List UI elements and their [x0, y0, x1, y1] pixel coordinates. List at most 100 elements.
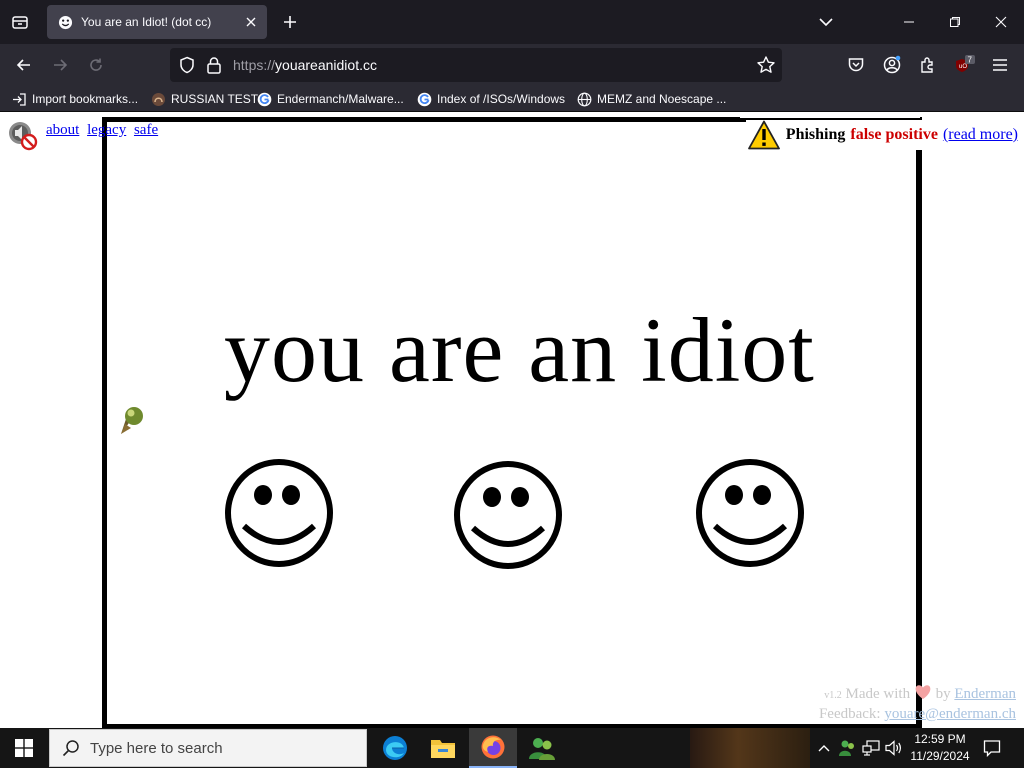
plus-icon: [284, 16, 296, 28]
google-icon: [417, 92, 432, 106]
lock-icon[interactable]: [206, 56, 222, 74]
arrow-right-icon: [54, 59, 68, 71]
heart-icon: [915, 685, 931, 699]
extension-badge: 7: [968, 56, 973, 65]
headline: you are an idiot: [224, 299, 815, 401]
hamburger-menu-icon: [993, 59, 1007, 71]
clock-time: 12:59 PM: [914, 732, 966, 746]
puzzle-icon: [921, 57, 933, 73]
animated-cursor-icon: [121, 407, 143, 434]
bookmark-endermanch-malware[interactable]: Endermanch/Malware...: [257, 89, 404, 109]
chevron-up-icon: [818, 745, 830, 752]
new-tab-button[interactable]: [277, 9, 303, 35]
top-left-nav: about legacy safe: [6, 120, 162, 152]
folder-icon: [431, 740, 455, 758]
author-link[interactable]: Enderman: [954, 686, 1016, 702]
chevron-down-icon: [819, 18, 833, 27]
warning-false-positive-text: false positive: [850, 126, 938, 143]
footer-credit: v1.2 Made with by Enderman Feedback: you…: [818, 685, 1016, 722]
import-icon: [13, 92, 26, 106]
notification-icon: [983, 740, 1001, 757]
forward-button[interactable]: [46, 51, 74, 79]
bookmark-russian-test[interactable]: RUSSIAN TEST: [151, 89, 258, 109]
smiley-face-icon: [454, 461, 562, 569]
site-icon: [152, 92, 165, 106]
back-button[interactable]: [10, 51, 38, 79]
navigation-toolbar: https://youareanidiot.cc uO 7: [0, 44, 1024, 86]
extensions-button[interactable]: [914, 51, 942, 79]
smiley-face-icon: [225, 459, 333, 567]
smiley-face-icon: [696, 459, 804, 567]
version-label: v1.2: [824, 690, 842, 701]
read-more-link[interactable]: (read more): [943, 126, 1018, 144]
url-bar[interactable]: https://youareanidiot.cc: [170, 48, 782, 82]
star-icon[interactable]: [756, 55, 776, 75]
taskbar-firefox[interactable]: [469, 728, 517, 768]
taskbar-search-box[interactable]: Type here to search: [49, 729, 367, 767]
taskbar-clock[interactable]: 12:59 PM 11/29/2024: [906, 731, 974, 765]
ublock-icon: uO7: [956, 55, 975, 72]
tab-list-button[interactable]: [6, 8, 34, 36]
menu-button[interactable]: [986, 51, 1014, 79]
search-icon: [62, 740, 79, 757]
close-window-button[interactable]: [978, 0, 1024, 44]
minimize-button[interactable]: [886, 0, 932, 44]
shield-icon[interactable]: [178, 56, 196, 74]
firefox-icon: [481, 735, 505, 759]
start-button[interactable]: [0, 728, 48, 768]
edge-icon: [383, 736, 407, 760]
people-icon: [529, 738, 555, 760]
show-hidden-icons-button[interactable]: [814, 738, 834, 758]
legacy-link[interactable]: legacy: [87, 122, 126, 138]
warning-icon: [747, 120, 780, 150]
phishing-notice: Phishing false positive (read more): [745, 120, 1018, 150]
account-icon: [883, 55, 901, 74]
list-all-tabs-button[interactable]: [812, 9, 840, 35]
google-icon: [257, 92, 272, 106]
pocket-button[interactable]: [842, 51, 870, 79]
close-icon: [246, 17, 256, 27]
safe-link[interactable]: safe: [134, 122, 158, 138]
warning-phishing-text: Phishing: [785, 126, 846, 143]
account-button[interactable]: [878, 51, 906, 79]
notification-center-button[interactable]: [980, 736, 1004, 760]
smiley-favicon-icon: [57, 14, 73, 30]
tab-list-icon: [12, 16, 28, 29]
tab-title: You are an Idiot! (dot cc): [81, 15, 212, 29]
restore-icon: [950, 17, 960, 27]
bookmark-memz-noescape[interactable]: MEMZ and Noescape ...: [577, 89, 726, 109]
tab-strip: You are an Idiot! (dot cc): [0, 0, 1024, 44]
url-text[interactable]: https://youareanidiot.cc: [233, 57, 377, 73]
feedback-email-link[interactable]: youare@enderman.ch: [884, 706, 1016, 722]
close-icon: [995, 16, 1007, 28]
globe-icon: [577, 92, 592, 106]
taskbar-chat-app[interactable]: [518, 728, 566, 768]
people-icon: [839, 740, 854, 756]
svg-text:uO: uO: [959, 64, 967, 70]
taskbar-edge[interactable]: [371, 728, 419, 768]
tray-people-icon[interactable]: [837, 738, 857, 758]
volume-button[interactable]: [884, 738, 904, 758]
muted-speaker-icon[interactable]: [6, 120, 38, 152]
about-link[interactable]: about: [46, 122, 79, 138]
minimize-icon: [904, 21, 914, 23]
network-icon: [862, 740, 880, 756]
popup-window-frame: [102, 117, 922, 728]
clock-date: 11/29/2024: [910, 749, 970, 763]
maximize-button[interactable]: [932, 0, 978, 44]
speaker-icon: [885, 740, 901, 756]
pocket-icon: [848, 58, 864, 72]
ublock-button[interactable]: uO 7: [950, 51, 978, 79]
search-placeholder: Type here to search: [90, 739, 223, 757]
reload-button[interactable]: [82, 51, 110, 79]
tab-close-button[interactable]: [243, 14, 259, 30]
web-page: about legacy safe Phishing false positiv…: [0, 112, 1024, 728]
taskbar-file-explorer[interactable]: [419, 728, 467, 768]
tab-active[interactable]: You are an Idiot! (dot cc): [47, 5, 267, 39]
arrow-left-icon: [16, 59, 30, 71]
windows-logo-icon: [15, 739, 33, 757]
bookmark-index-isos[interactable]: Index of /ISOs/Windows: [417, 89, 565, 109]
bookmark-import[interactable]: Import bookmarks...: [12, 89, 138, 109]
windows-taskbar: Type here to search 12:59 PM 11/29/2024: [0, 728, 1024, 768]
network-button[interactable]: [861, 738, 881, 758]
